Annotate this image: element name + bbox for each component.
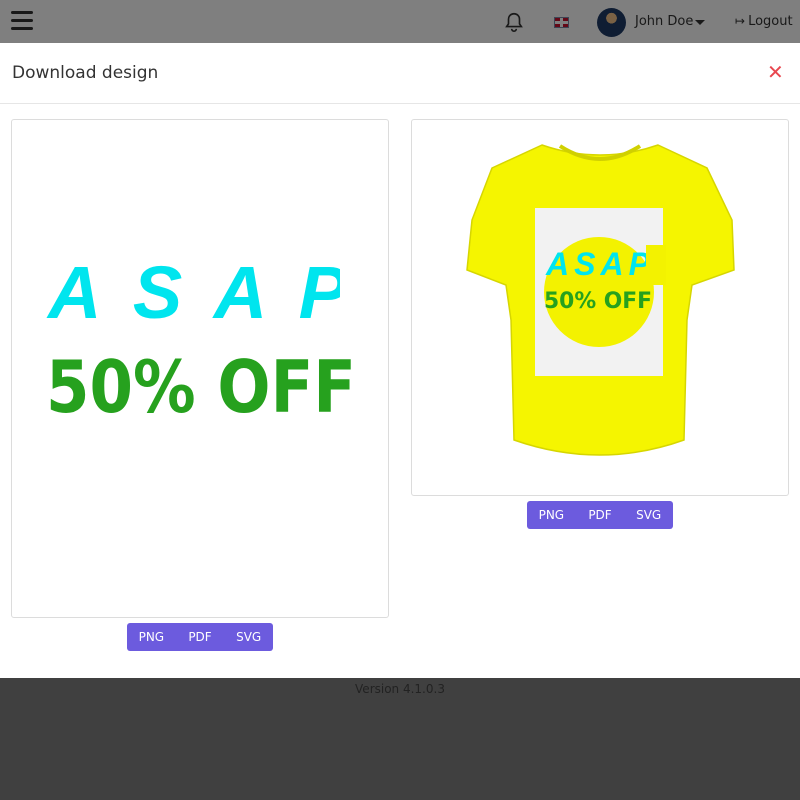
modal-header: Download design ✕ [0, 43, 800, 104]
modal-title: Download design [12, 63, 159, 83]
mockup-line2: 50% OFF [544, 289, 652, 314]
design-line2: 50% OFF [46, 345, 356, 429]
mockup-download-format-buttons: PNG PDF SVG [527, 501, 673, 529]
design-line1: ASAP [46, 251, 349, 334]
download-design-modal: Download design ✕ ASAP 50% OFF PNG PDF S… [0, 43, 800, 678]
png-button[interactable]: PNG [127, 623, 176, 651]
tshirt-mockup-card: ASAP 50% OFF [411, 119, 789, 496]
design-preview-card: ASAP 50% OFF [11, 119, 389, 618]
design-preview: ASAP 50% OFF [46, 240, 388, 429]
version-text: Version 4.1.0.3 [355, 682, 445, 696]
svg-button[interactable]: SVG [624, 501, 673, 529]
close-icon[interactable]: ✕ [767, 62, 784, 82]
download-format-buttons: PNG PDF SVG [127, 623, 273, 651]
pdf-button[interactable]: PDF [176, 623, 225, 651]
pdf-button[interactable]: PDF [576, 501, 625, 529]
svg-button[interactable]: SVG [224, 623, 273, 651]
tshirt-mockup: ASAP 50% OFF [466, 144, 735, 456]
png-button[interactable]: PNG [527, 501, 576, 529]
